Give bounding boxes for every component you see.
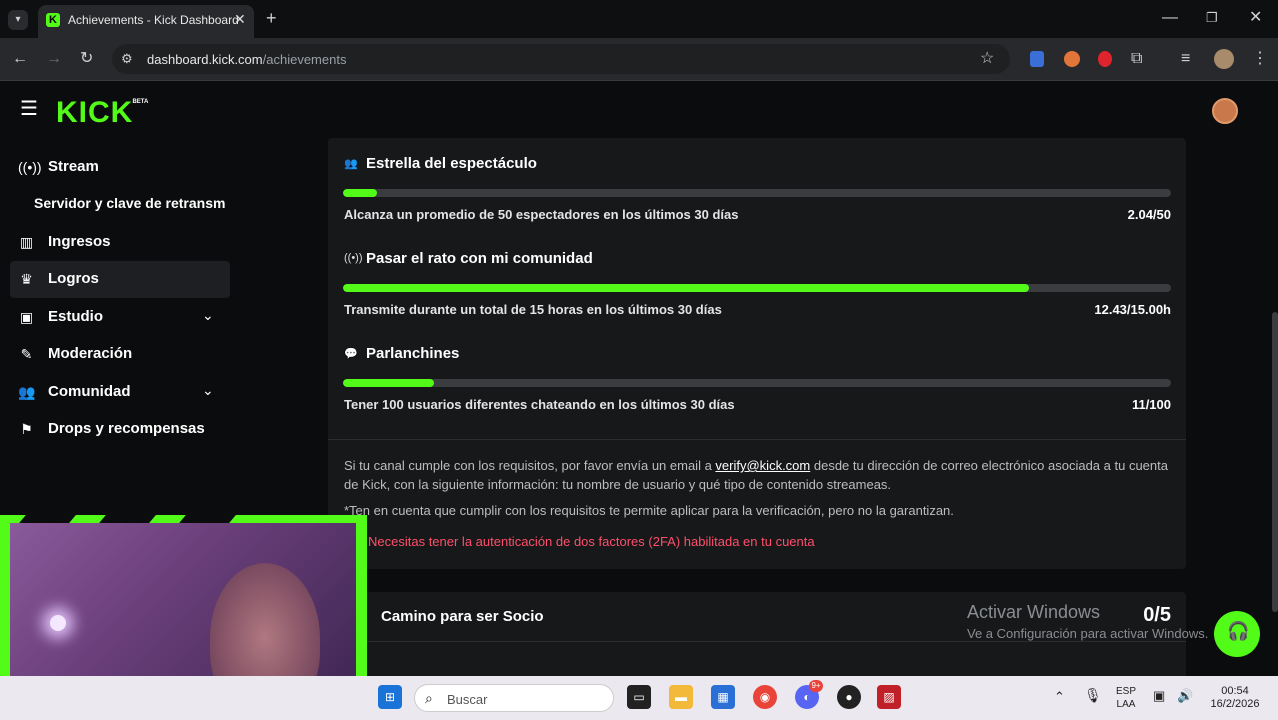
extension-red-icon[interactable] xyxy=(1098,51,1112,67)
progress-bar xyxy=(343,284,1171,292)
achievement-description: Transmite durante un total de 15 horas e… xyxy=(344,302,722,317)
broadcast-icon: ((•)) xyxy=(344,252,363,264)
extensions-puzzle-icon[interactable]: ⧉ xyxy=(1131,51,1142,67)
achievement-value: 11/100 xyxy=(1131,397,1171,412)
taskbar-search[interactable]: ⌕ Buscar xyxy=(414,684,614,712)
task-view-icon[interactable]: ▭ xyxy=(627,685,651,709)
chart-icon: ▥ xyxy=(19,234,34,250)
hamburger-menu-icon[interactable]: ☰ xyxy=(20,99,38,119)
sidebar-item-stream[interactable]: ((•)) Stream xyxy=(10,149,230,186)
bookmark-star-icon[interactable]: ☆ xyxy=(980,51,994,67)
achievement-title: Estrella del espectáculo xyxy=(366,155,537,172)
tray-overflow-icon[interactable]: ⌃ xyxy=(1054,690,1065,703)
verification-disclaimer: *Ten en cuenta que cumplir con los requi… xyxy=(344,503,954,518)
minimize-button[interactable]: — xyxy=(1162,10,1178,26)
users-icon: 👥 xyxy=(344,158,358,170)
chevron-down-icon[interactable]: ⌄ xyxy=(202,307,214,324)
2fa-warning: Necesitas tener la autenticación de dos … xyxy=(368,534,815,549)
kick-favicon-icon: K xyxy=(46,13,60,27)
verification-note: Si tu canal cumple con los requisitos, p… xyxy=(344,458,1168,492)
restore-button[interactable]: ❐ xyxy=(1206,10,1218,26)
kick-logo[interactable]: KICK BETA xyxy=(56,96,148,130)
film-icon: ▣ xyxy=(19,309,34,325)
windows-taskbar: ⊞ ⌕ Buscar ▭ ▬ ▦ ◉ ◐ 9+ ● ▨ ⌃ 🎙 ESP LAA … xyxy=(0,676,1278,720)
achievements-card: 👥 Estrella del espectáculo Alcanza un pr… xyxy=(328,138,1186,569)
windows-activation-watermark: Activar Windows Ve a Configuración para … xyxy=(967,602,1209,641)
tab-close-icon[interactable]: ✕ xyxy=(234,11,246,28)
language-indicator[interactable]: ESP LAA xyxy=(1112,685,1140,711)
user-avatar[interactable] xyxy=(1212,98,1238,124)
achievement-value: 2.04/50 xyxy=(1127,207,1171,222)
sidebar-item-ingresos[interactable]: ▥ Ingresos xyxy=(10,224,230,261)
gift-icon: ⚑ xyxy=(20,421,33,437)
search-icon: ⌕ xyxy=(425,690,433,706)
url-text: dashboard.kick.com/achievements xyxy=(147,52,347,67)
sidebar-item-moderacion[interactable]: ✎ Moderación xyxy=(10,336,230,373)
progress-fill xyxy=(343,379,435,387)
chat-icon: 💬 xyxy=(344,348,358,360)
discord-badge: 9+ xyxy=(809,680,823,692)
tab-achievements[interactable]: K Achievements - Kick Dashboard ✕ xyxy=(38,5,254,38)
new-tab-button[interactable]: + xyxy=(266,9,277,27)
app-red-icon[interactable]: ▨ xyxy=(877,685,901,709)
progress-fill xyxy=(343,284,1030,292)
achievement-title: Parlanchines xyxy=(366,345,460,362)
browser-menu-icon[interactable]: ⋮ xyxy=(1252,51,1268,67)
address-bar[interactable]: ⚙ dashboard.kick.com/achievements ☆ xyxy=(112,44,1010,74)
lamp-light xyxy=(50,615,66,631)
partner-title: Camino para ser Socio xyxy=(381,608,544,625)
tab-title: Achievements - Kick Dashboard xyxy=(68,13,239,27)
verify-email-link[interactable]: verify@kick.com xyxy=(715,458,810,473)
help-chat-button[interactable]: 🎧 xyxy=(1214,611,1260,657)
sidebar-item-drops[interactable]: ⚑ Drops y recompensas xyxy=(10,411,230,448)
site-info-icon[interactable]: ⚙ xyxy=(121,51,133,67)
forward-button[interactable]: → xyxy=(46,51,62,67)
broadcast-icon: ((•)) xyxy=(18,159,42,175)
sidebar-item-server-key[interactable]: Servidor y clave de retransm xyxy=(10,186,230,223)
windows-start-icon[interactable]: ⊞ xyxy=(378,685,402,709)
sidebar-item-comunidad[interactable]: 👥 Comunidad ⌄ xyxy=(10,374,230,411)
browser-toolbar: ← → ↻ ⚙ dashboard.kick.com/achievements … xyxy=(0,38,1278,81)
divider xyxy=(328,439,1186,440)
reload-button[interactable]: ↻ xyxy=(80,51,93,67)
media-controls-icon[interactable]: ≡ xyxy=(1181,51,1190,67)
achievement-value: 12.43/15.00h xyxy=(1094,302,1171,317)
extension-shield-icon[interactable] xyxy=(1030,51,1044,67)
obs-icon[interactable]: ● xyxy=(837,685,861,709)
profile-avatar-icon[interactable] xyxy=(1214,49,1234,69)
volume-icon[interactable]: 🔊 xyxy=(1177,689,1193,702)
extension-fox-icon[interactable] xyxy=(1064,51,1080,67)
sidebar-item-estudio[interactable]: ▣ Estudio ⌄ xyxy=(10,299,230,336)
headset-icon: 🎧 xyxy=(1227,621,1250,641)
progress-bar xyxy=(343,379,1171,387)
clock[interactable]: 00:54 16/2/2026 xyxy=(1203,685,1267,711)
chevron-down-icon[interactable]: ⌄ xyxy=(202,382,214,399)
store-icon[interactable]: ▦ xyxy=(711,685,735,709)
progress-fill xyxy=(343,189,377,197)
chrome-icon[interactable]: ◉ xyxy=(753,685,777,709)
browser-tab-bar: ▾ K Achievements - Kick Dashboard ✕ + — … xyxy=(0,0,1278,38)
achievement-title: Pasar el rato con mi comunidad xyxy=(366,250,593,267)
progress-bar xyxy=(343,189,1171,197)
divider xyxy=(328,641,1186,642)
achievement-description: Tener 100 usuarios diferentes chateando … xyxy=(344,397,735,412)
back-button[interactable]: ← xyxy=(12,51,28,67)
page-scrollbar[interactable] xyxy=(1272,312,1278,612)
wrench-icon: ✎ xyxy=(20,346,33,362)
trophy-icon: ♛ xyxy=(20,271,33,287)
achievement-description: Alcanza un promedio de 50 espectadores e… xyxy=(344,207,739,222)
window-close-button[interactable]: ✕ xyxy=(1249,10,1262,26)
microphone-icon[interactable]: 🎙 xyxy=(1084,688,1102,702)
sidebar-item-logros[interactable]: ♛ Logros xyxy=(10,261,230,298)
tab-list-button[interactable]: ▾ xyxy=(8,10,28,30)
file-explorer-icon[interactable]: ▬ xyxy=(669,685,693,709)
network-icon[interactable]: ▣ xyxy=(1153,689,1165,702)
users-icon: 👥 xyxy=(18,384,36,400)
